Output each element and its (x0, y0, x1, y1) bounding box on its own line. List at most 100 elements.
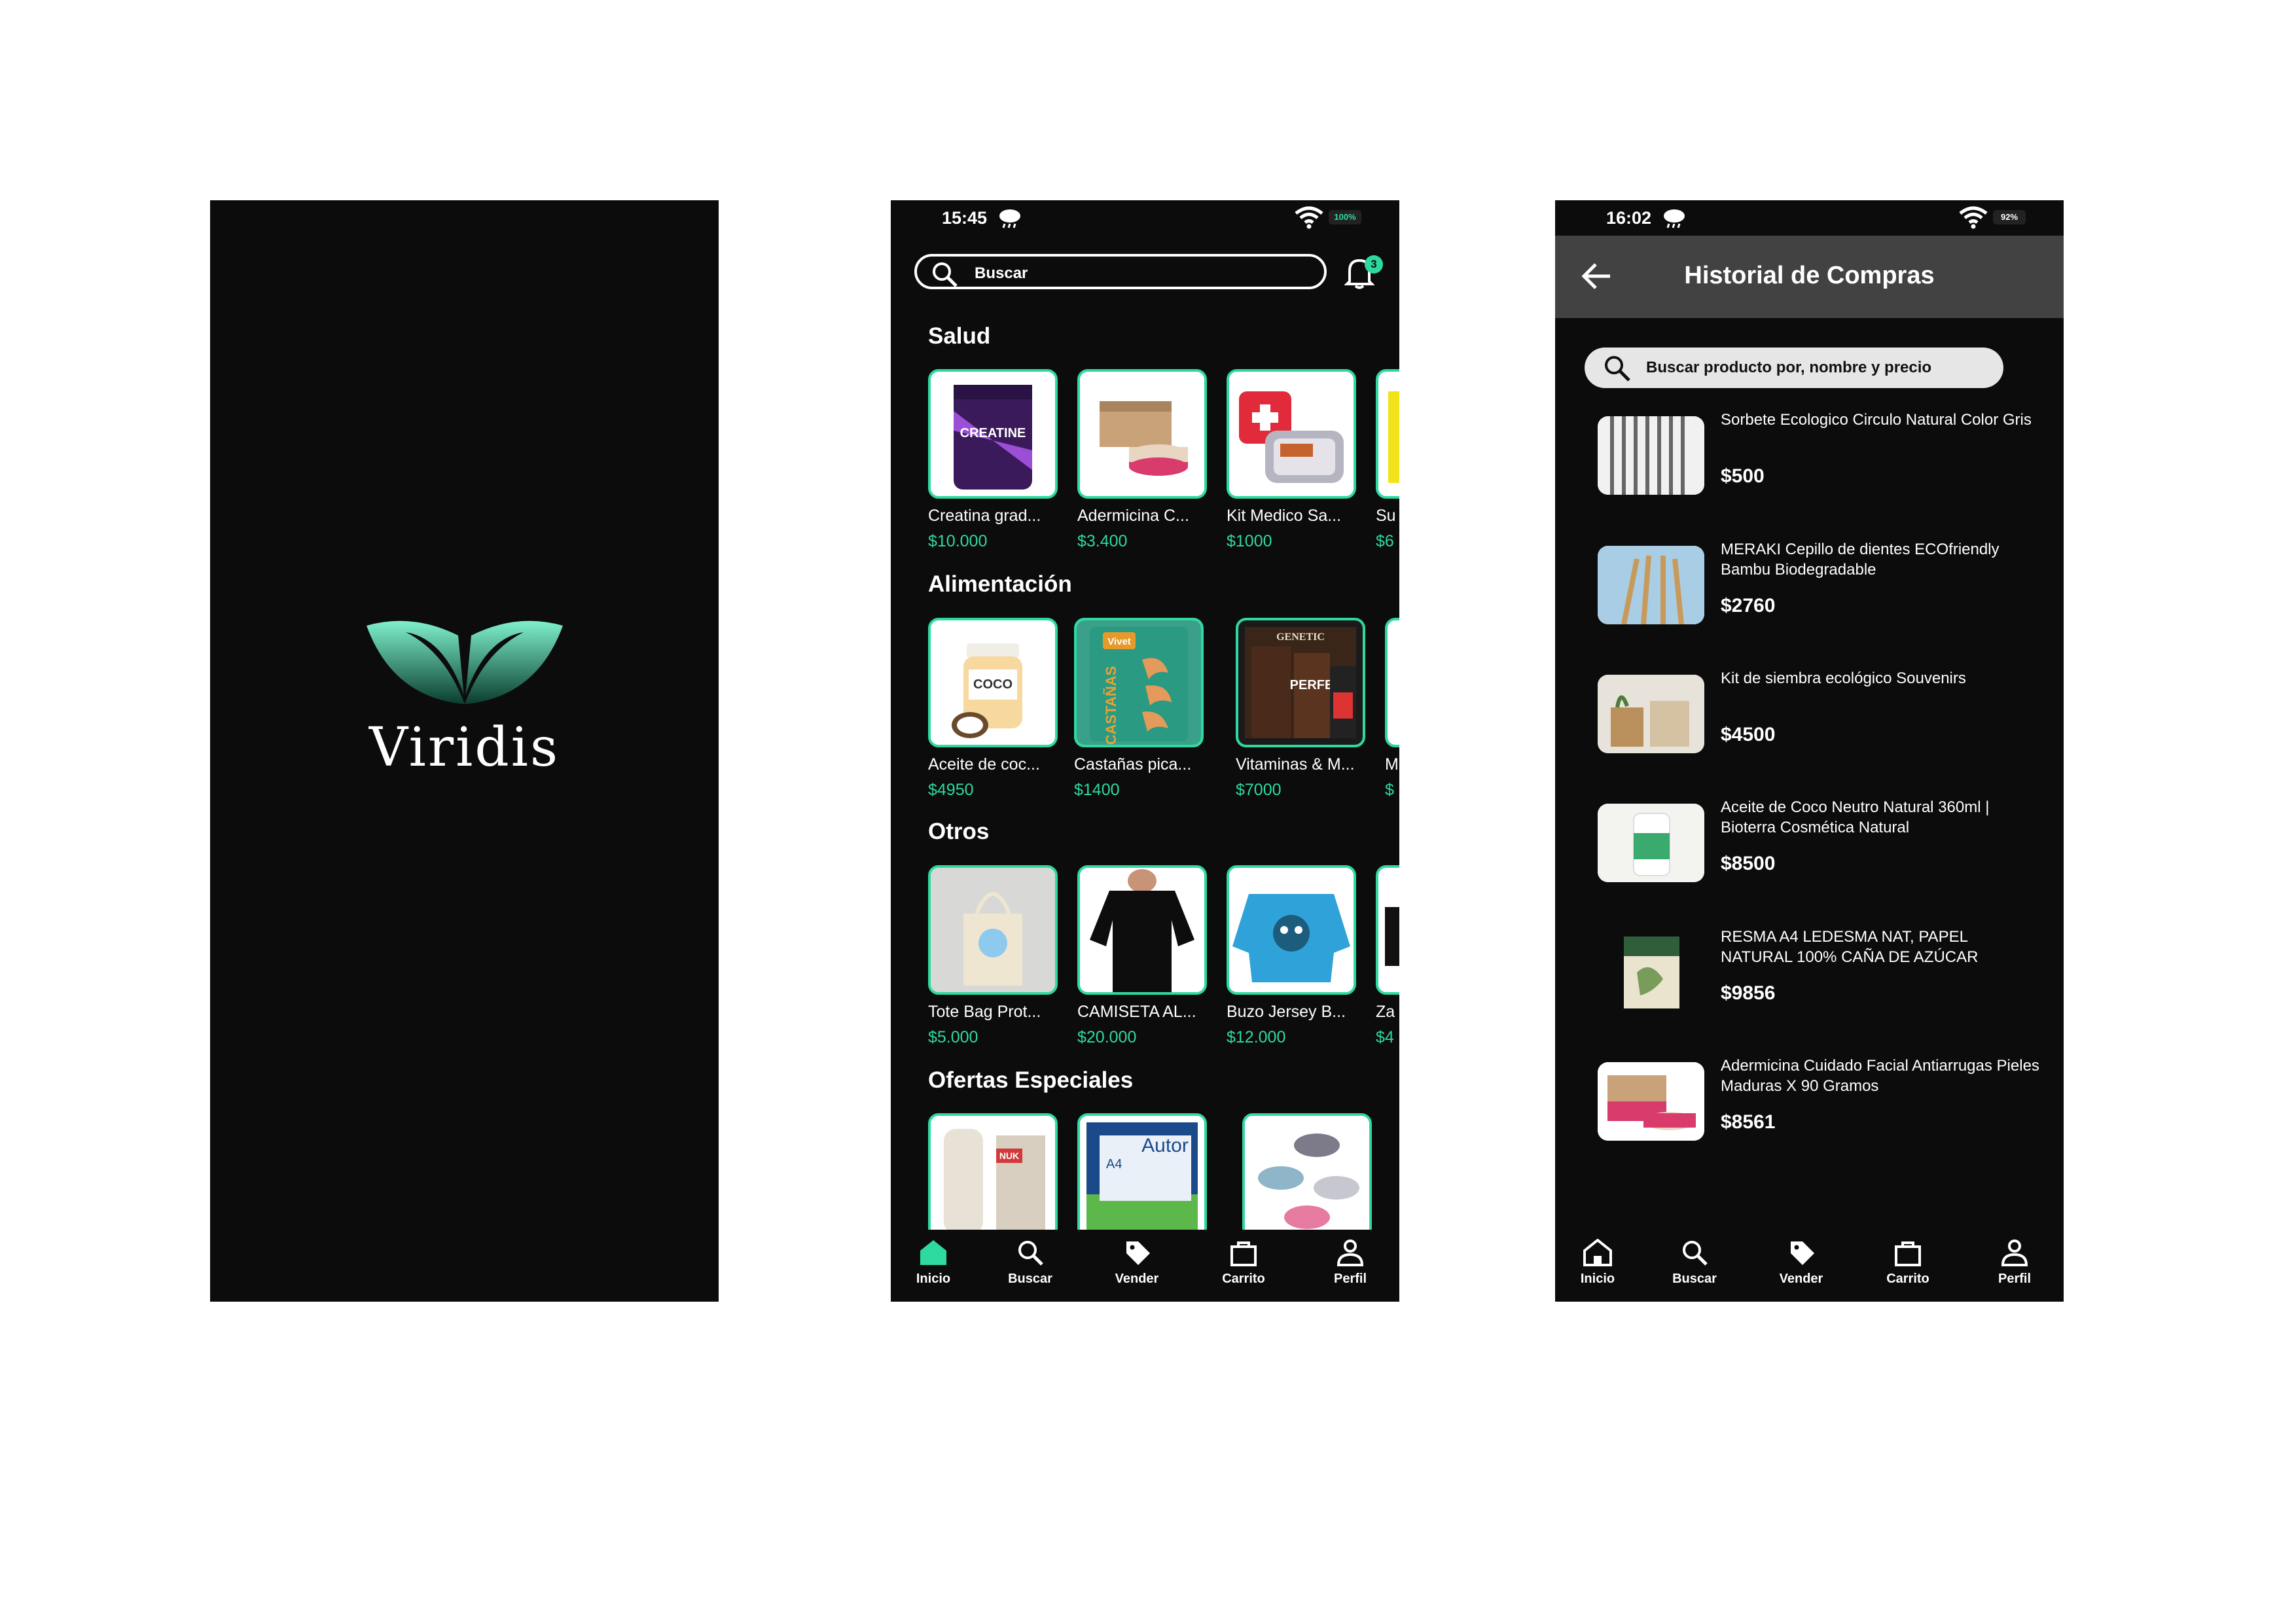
product-card[interactable]: Autor A4 (1077, 1113, 1211, 1243)
product-image-partial (1376, 865, 1399, 995)
purchase-price: $2760 (1721, 595, 1776, 616)
product-card[interactable] (1242, 1113, 1376, 1243)
purchase-item[interactable]: Aceite de Coco Neutro Natural 360ml | Bi… (1598, 797, 2043, 895)
product-image-adermicina (1598, 1062, 1704, 1141)
nav-label: Perfil (1998, 1272, 2032, 1286)
nav-item-vender[interactable]: Vender (1765, 1239, 1837, 1287)
svg-text:A4: A4 (1106, 1157, 1122, 1171)
nav-label: Inicio (1580, 1272, 1615, 1286)
purchase-item[interactable]: Sorbete Ecologico Circulo Natural Color … (1598, 410, 2043, 508)
product-image-castanas: Vivet CASTAÑAS (1074, 618, 1204, 747)
product-image-buzo (1227, 865, 1356, 995)
product-image-resma: Autor A4 (1077, 1113, 1207, 1243)
product-card[interactable]: Su $6 (1376, 369, 1399, 551)
search-icon (1603, 354, 1632, 386)
home-icon (920, 1240, 946, 1265)
product-name: Buzo Jersey B... (1227, 1003, 1346, 1021)
home-icon (1583, 1238, 1612, 1266)
purchase-price: $9856 (1721, 982, 1776, 1004)
nav-item-carrito[interactable]: Carrito (1872, 1239, 1944, 1287)
product-price: $10.000 (928, 532, 988, 550)
product-image-vitaminas: GENETIC PERFE (1236, 618, 1365, 747)
product-image-vasos (1242, 1113, 1372, 1243)
page-title: Historial de Compras (1684, 262, 1935, 289)
nav-item-vender[interactable]: Vender (1101, 1239, 1173, 1287)
product-image-adermicina (1077, 369, 1207, 499)
purchase-item[interactable]: Adermicina Cuidado Facial Antiarrugas Pi… (1598, 1056, 2043, 1154)
nav-item-perfil[interactable]: Perfil (1979, 1239, 2051, 1287)
product-card[interactable]: Adermicina C... $3.400 (1077, 369, 1211, 551)
product-image-cepillo (1598, 546, 1704, 624)
battery-indicator: 92% (1993, 210, 2026, 224)
product-name: Adermicina C... (1077, 507, 1189, 525)
brand-name: Viridis (368, 717, 560, 779)
product-price: $5.000 (928, 1028, 978, 1046)
purchase-price: $8500 (1721, 853, 1776, 874)
product-name: Castañas pica... (1074, 755, 1192, 774)
search-placeholder: Buscar producto por, nombre y precio (1646, 359, 1932, 376)
notification-badge: 3 (1365, 255, 1383, 274)
user-icon (1336, 1240, 1364, 1266)
svg-text:Autor: Autor (1141, 1135, 1189, 1156)
product-image-aceite-coco (1598, 804, 1704, 882)
purchase-price: $4500 (1721, 724, 1776, 745)
product-card[interactable]: GENETIC PERFE Vitaminas & M... $7000 (1236, 618, 1369, 800)
bottom-nav-bar: Inicio Buscar Vender Carrito Perfil (1555, 1230, 2064, 1302)
product-card[interactable]: NUK (928, 1113, 1062, 1243)
product-card[interactable]: M $ (1385, 618, 1399, 800)
status-bar: 16:02 92% (1555, 200, 2064, 236)
purchase-item[interactable]: Kit de siembra ecológico Souvenirs $4500 (1598, 668, 2043, 766)
status-time: 16:02 (1606, 208, 1652, 228)
product-image-partial (1385, 618, 1399, 747)
nav-item-inicio[interactable]: Inicio (1562, 1238, 1634, 1287)
nav-item-buscar[interactable]: Buscar (1659, 1239, 1731, 1287)
section-title-ofertas: Ofertas Especiales (928, 1067, 1134, 1093)
product-image-kit-medico (1227, 369, 1356, 499)
search-icon (1683, 1241, 1708, 1266)
purchase-description: RESMA A4 LEDESMA NAT, PAPEL NATURAL 100%… (1721, 928, 1979, 966)
product-card[interactable]: CREATINE Creatina grad... $10.000 (928, 369, 1062, 551)
product-price: $1000 (1227, 532, 1272, 550)
nav-item-carrito[interactable]: Carrito (1208, 1239, 1280, 1287)
nav-label: Buscar (1008, 1272, 1052, 1286)
svg-text:CREATINE: CREATINE (960, 426, 1026, 440)
product-price: $1400 (1074, 781, 1120, 799)
product-image-kit-siembra (1598, 675, 1704, 753)
product-card[interactable]: Tote Bag Prot... $5.000 (928, 865, 1062, 1047)
product-card[interactable]: Vivet CASTAÑAS Castañas pica... $1400 (1074, 618, 1208, 800)
purchase-item[interactable]: MERAKI Cepillo de dientes ECOfriendly Ba… (1598, 539, 2043, 637)
section-title-otros: Otros (928, 819, 990, 844)
page-header: Historial de Compras (1555, 236, 2064, 318)
nav-item-inicio[interactable]: Inicio (897, 1239, 969, 1287)
splash-screen: Viridis (210, 200, 719, 1302)
product-name: CAMISETA AL... (1077, 1003, 1196, 1021)
product-price: $3.400 (1077, 532, 1128, 550)
product-card[interactable]: Buzo Jersey B... $12.000 (1227, 865, 1360, 1047)
purchase-item[interactable]: RESMA A4 LEDESMA NAT, PAPEL NATURAL 100%… (1598, 927, 2043, 1025)
battery-indicator: 100% (1329, 210, 1361, 224)
search-icon (931, 261, 959, 292)
nav-item-perfil[interactable]: Perfil (1314, 1239, 1386, 1287)
nav-label: Vender (1779, 1272, 1823, 1286)
svg-text:GENETIC: GENETIC (1276, 632, 1325, 643)
wifi-icon (1958, 205, 1988, 234)
leaf-logo-icon (366, 620, 563, 704)
product-card[interactable]: Za $4 (1376, 865, 1399, 1047)
product-card[interactable]: CAMISETA AL... $20.000 (1077, 865, 1211, 1047)
product-price: $20.000 (1077, 1028, 1137, 1046)
product-image-tote-bag (928, 865, 1058, 995)
status-bar: 15:45 100% (891, 200, 1399, 236)
product-name: Za (1376, 1003, 1395, 1021)
purchase-description: MERAKI Cepillo de dientes ECOfriendly Ba… (1721, 541, 2000, 579)
nav-item-buscar[interactable]: Buscar (994, 1239, 1066, 1287)
product-price: $4 (1376, 1028, 1394, 1046)
product-card[interactable]: COCO Aceite de coc... $4950 (928, 618, 1062, 800)
product-card[interactable]: Kit Medico Sa... $1000 (1227, 369, 1360, 551)
section-title-alimentacion: Alimentación (928, 571, 1072, 597)
rain-cloud-icon (1661, 207, 1687, 234)
search-input[interactable]: Buscar producto por, nombre y precio (1585, 348, 2003, 388)
product-name: M (1385, 755, 1399, 774)
nav-label: Buscar (1672, 1272, 1717, 1286)
search-bar[interactable]: Buscar (914, 254, 1327, 289)
product-price: $6 (1376, 532, 1394, 550)
